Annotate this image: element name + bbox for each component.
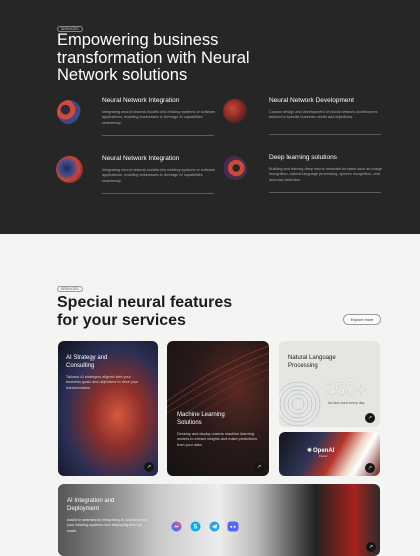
service-title: Neural Network Development <box>269 97 354 104</box>
arrow-right-icon[interactable]: ↗ <box>254 462 264 472</box>
stat-label: Ad last used every day <box>328 401 365 405</box>
openai-logo-icon: ✺ <box>307 448 313 454</box>
card-openai[interactable]: ✺ OpenAI Partner ↗ <box>279 432 380 476</box>
arrow-right-icon[interactable]: ↗ <box>365 413 375 423</box>
wave-lines-decoration <box>167 345 269 421</box>
arrow-right-icon[interactable]: ↗ <box>144 462 154 472</box>
svg-text:S: S <box>193 524 197 530</box>
card-ai-strategy[interactable]: AI Strategy and Consulting Tailored AI s… <box>58 341 158 476</box>
stat-value: 250+ <box>324 380 367 401</box>
divider <box>269 192 381 193</box>
hero-title: Empowering business transformation with … <box>57 31 250 84</box>
section-tag: SERVICES <box>57 286 83 292</box>
divider <box>102 135 214 136</box>
neural-torus-icon <box>223 156 247 180</box>
service-description: Integrating neural network models into e… <box>102 168 216 183</box>
service-item[interactable]: Neural Network Integration Integrating n… <box>102 155 220 184</box>
service-title: Neural Network Integration <box>102 97 180 104</box>
divider <box>269 134 381 135</box>
card-title: AI Integration and Deployment <box>67 498 115 512</box>
service-description: Custom design and development of neural … <box>269 110 378 120</box>
service-item[interactable]: Deep learning solutions Building and tra… <box>269 154 387 183</box>
neural-globe-icon <box>56 156 83 183</box>
card-description: Tailored AI strategies aligned with your… <box>66 375 139 390</box>
service-item[interactable]: Neural Network Integration Integrating n… <box>102 97 220 126</box>
brand-subtitle: Partner <box>319 455 328 458</box>
service-title: Neural Network Integration <box>102 155 180 162</box>
card-ml-solutions[interactable]: Machine Learning Solutions Develop and d… <box>167 341 269 476</box>
messenger-icon <box>170 520 182 532</box>
service-title: Deep learning solutions <box>269 154 337 161</box>
service-description: Building and training deep neural networ… <box>269 167 382 182</box>
card-integration[interactable]: AI Integration and Deployment Assist in … <box>58 484 380 556</box>
services-hero: SERVICES Empowering business transformat… <box>0 0 420 234</box>
service-item[interactable]: Neural Network Development Custom design… <box>269 97 387 121</box>
card-description: Develop and deploy custom machine learni… <box>177 432 257 447</box>
arrow-right-icon[interactable]: ↗ <box>366 542 376 552</box>
card-nlp[interactable]: Natural Language Processing 250+ Ad last… <box>279 341 380 427</box>
telegram-icon <box>208 520 220 532</box>
arrow-right-icon[interactable]: ↗ <box>365 463 375 473</box>
skype-icon: S <box>189 520 201 532</box>
card-title: Machine Learning Solutions <box>177 412 225 426</box>
neural-ring-icon <box>57 100 81 124</box>
card-description: Assist in seamlessly integrating AI solu… <box>67 518 148 533</box>
card-title: AI Strategy and Consulting <box>66 355 108 369</box>
features-title: Special neural features for your service… <box>57 294 233 329</box>
discord-icon <box>227 520 239 532</box>
divider <box>102 193 214 194</box>
brand-name: OpenAI <box>313 448 335 454</box>
concentric-circles-decoration <box>279 381 321 427</box>
service-description: Integrating neural network models into e… <box>102 110 216 125</box>
neural-sphere-icon <box>223 99 247 123</box>
integration-apps: S <box>170 520 239 532</box>
explore-more-button[interactable]: Explore more <box>343 314 381 325</box>
card-title: Natural Language Processing <box>288 355 336 369</box>
